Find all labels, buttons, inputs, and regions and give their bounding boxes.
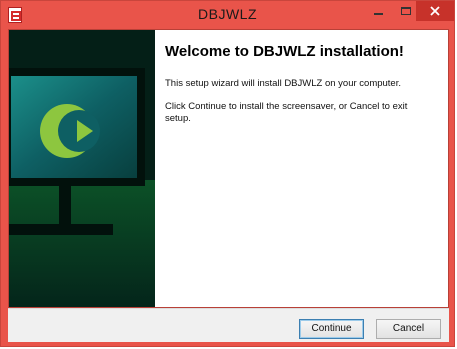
close-button[interactable] xyxy=(416,1,454,21)
installer-window: DBJWLZ Welcome to DBJWLZ installation! T… xyxy=(0,0,455,347)
welcome-heading: Welcome to DBJWLZ installation! xyxy=(165,43,404,60)
wizard-content: Welcome to DBJWLZ installation! This set… xyxy=(8,29,449,308)
maximize-icon xyxy=(400,7,411,15)
intro-text: This setup wizard will install DBJWLZ on… xyxy=(165,78,401,89)
continue-button[interactable]: Continue xyxy=(299,319,364,339)
cancel-button[interactable]: Cancel xyxy=(376,319,441,339)
banner-image xyxy=(9,30,155,307)
minimize-icon xyxy=(374,13,383,15)
instruction-text: Click Continue to install the screensave… xyxy=(165,101,408,124)
title-bar[interactable]: DBJWLZ xyxy=(1,1,454,29)
minimize-button[interactable] xyxy=(365,1,392,21)
maximize-button[interactable] xyxy=(392,1,419,21)
close-icon xyxy=(430,6,440,16)
button-bar: Continue Cancel xyxy=(8,308,449,342)
